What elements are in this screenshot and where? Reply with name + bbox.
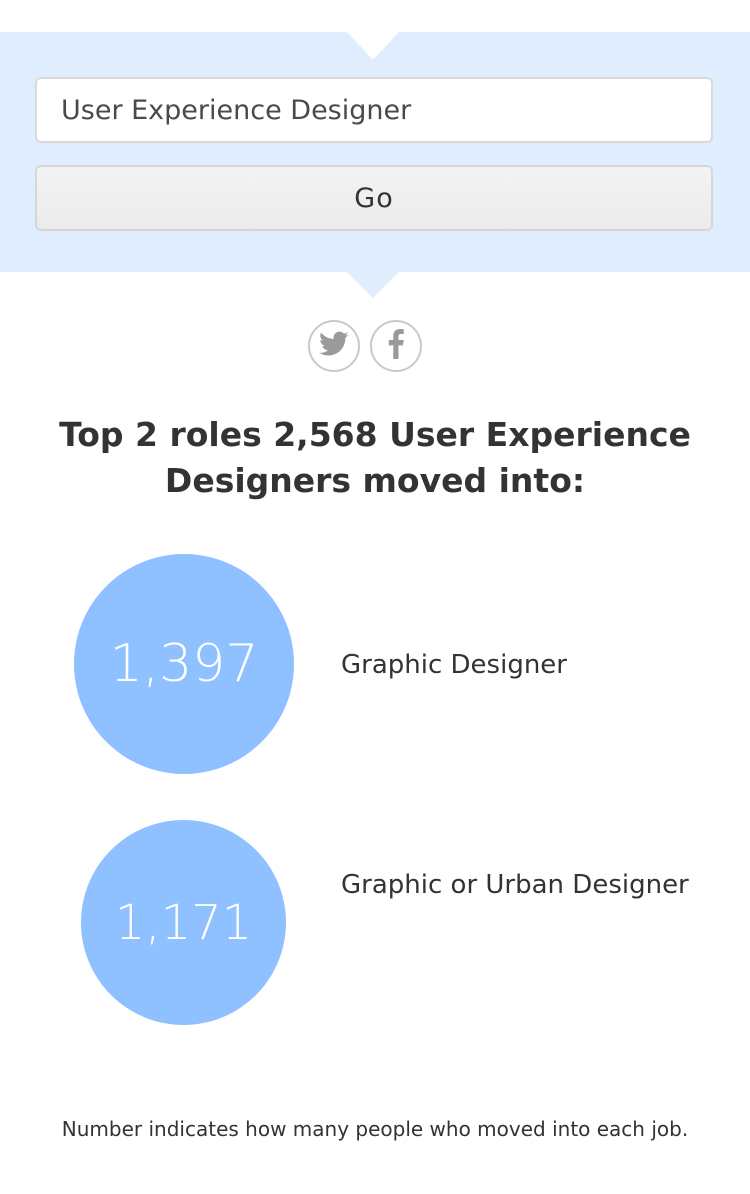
twitter-icon — [319, 331, 349, 361]
go-button[interactable]: Go — [35, 165, 713, 231]
social-share-buttons — [308, 320, 422, 372]
facebook-icon — [387, 329, 405, 363]
footnote: Number indicates how many people who mov… — [61, 1117, 689, 1141]
twitter-share-button[interactable] — [308, 320, 360, 372]
panel-notch-top — [347, 32, 399, 60]
results-heading: Top 2 roles 2,568 User Experience Design… — [59, 415, 691, 500]
job-title-input[interactable] — [35, 77, 713, 143]
facebook-share-button[interactable] — [370, 320, 422, 372]
result-role-label: Graphic or Urban Designer — [341, 870, 689, 900]
page: Go Top 2 roles 2,568 User Experience Des… — [0, 0, 750, 1194]
result-count-circle: 1,171 — [81, 820, 286, 1025]
search-panel — [0, 32, 750, 272]
result-count-circle: 1,397 — [74, 554, 294, 774]
panel-notch-bottom — [347, 272, 399, 298]
result-role-label: Graphic Designer — [341, 650, 567, 680]
